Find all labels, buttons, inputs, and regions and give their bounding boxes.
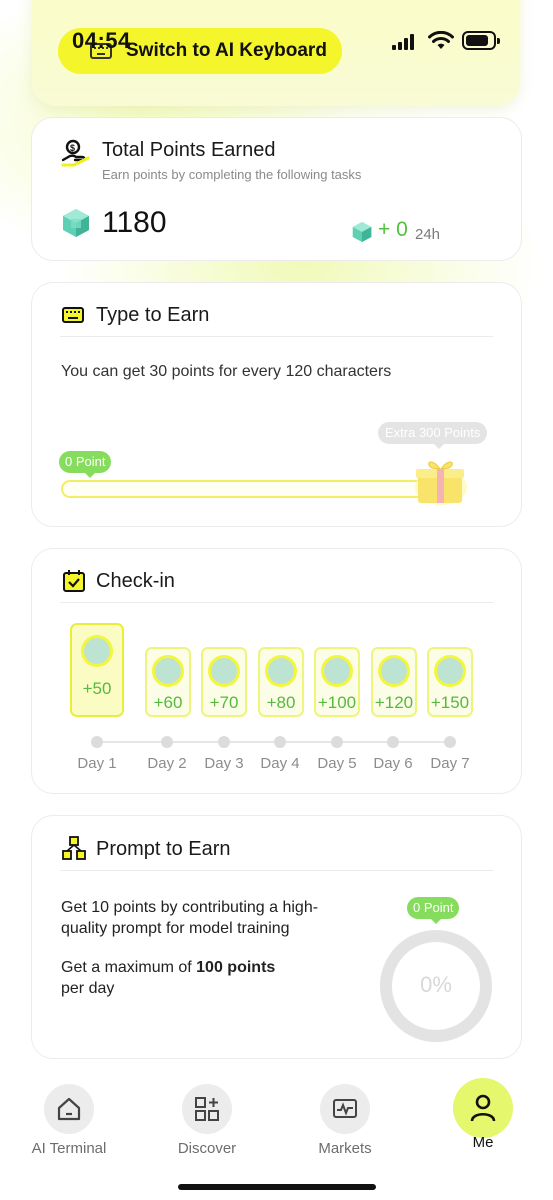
- check-in-reward: +100: [317, 693, 357, 712]
- prompt-to-earn-card: Prompt to Earn Get 10 points by contribu…: [31, 815, 522, 1059]
- check-in-reward: +80: [266, 693, 296, 712]
- wifi-icon: [428, 31, 454, 49]
- timeline-dot: [444, 736, 456, 748]
- person-icon: [470, 1094, 496, 1122]
- day-label: Day 2: [147, 755, 187, 772]
- type-to-earn-title: Type to Earn: [96, 304, 210, 326]
- divider: [60, 602, 493, 603]
- gift-box-icon[interactable]: [410, 451, 468, 507]
- day-label: Day 7: [430, 755, 470, 772]
- timeline-dot: [218, 736, 230, 748]
- nav-label: Markets: [318, 1140, 372, 1157]
- points-delta-period: 24h: [415, 226, 441, 243]
- gem-cube-icon: [63, 209, 89, 237]
- prompt-daily-limit: Get a maximum of 100 points per day: [61, 959, 276, 997]
- check-in-day-3[interactable]: +70: [201, 647, 247, 717]
- nav-ai-terminal[interactable]: AI Terminal: [14, 1084, 124, 1157]
- timeline-dot: [331, 736, 343, 748]
- total-points-card: $ Total Points Earned Earn points by com…: [31, 117, 522, 261]
- check-in-card: Check-in +50 +60 +70 +80 +100 +120 +150 …: [31, 548, 522, 794]
- clock: 04:54: [72, 28, 131, 53]
- divider: [60, 336, 493, 337]
- cellular-signal-icon: [392, 34, 418, 50]
- prompt-progress-percent: 0%: [420, 972, 452, 997]
- nav-label: AI Terminal: [31, 1140, 107, 1157]
- svg-text:$: $: [70, 143, 75, 153]
- nav-markets[interactable]: Markets: [290, 1084, 400, 1157]
- gem-coin-icon: [434, 655, 466, 687]
- prompt-description: Get 10 points by contributing a high-qua…: [61, 899, 319, 937]
- check-in-reward: +70: [209, 693, 239, 712]
- check-in-day-6[interactable]: +120: [371, 647, 417, 717]
- typing-progress-bar: [61, 480, 431, 498]
- current-points-badge: 0 Point: [59, 451, 112, 478]
- day-label: Day 6: [373, 755, 413, 772]
- timeline-dot: [161, 736, 173, 748]
- gem-coin-icon: [208, 655, 240, 687]
- calendar-check-icon: [63, 570, 85, 592]
- prompt-points-badge: 0 Point: [407, 897, 460, 924]
- type-to-earn-description: You can get 30 points for every 120 char…: [61, 363, 392, 380]
- nav-label: Discover: [177, 1140, 237, 1157]
- prompt-to-earn-title: Prompt to Earn: [96, 838, 231, 860]
- day-label: Day 5: [317, 755, 357, 772]
- home-indicator: [178, 1184, 376, 1190]
- day-label: Day 3: [204, 755, 244, 772]
- total-points-value: 1180: [102, 206, 167, 239]
- home-icon: [57, 1097, 81, 1121]
- day-label: Day 1: [77, 755, 117, 772]
- gem-cube-icon: [352, 222, 372, 242]
- coin-hand-icon: $: [61, 139, 90, 167]
- keyboard-icon: [62, 307, 84, 323]
- divider: [60, 870, 493, 871]
- switch-keyboard-label[interactable]: Switch to AI Keyboard: [126, 40, 327, 62]
- status-bar: 04:54 Switch to AI Keyboard: [0, 0, 553, 95]
- check-in-reward: +150: [430, 693, 470, 712]
- check-in-day-1[interactable]: +50: [70, 623, 124, 717]
- gem-coin-icon: [321, 655, 353, 687]
- gem-coin-icon: [265, 655, 297, 687]
- check-in-reward: +50: [82, 679, 112, 698]
- check-in-day-4[interactable]: +80: [258, 647, 304, 717]
- cubes-network-icon: [62, 836, 86, 860]
- check-in-reward: +60: [153, 693, 183, 712]
- total-points-subtitle: Earn points by completing the following …: [102, 167, 362, 182]
- grid-plus-icon: [195, 1097, 219, 1121]
- gem-coin-icon: [152, 655, 184, 687]
- check-in-day-5[interactable]: +100: [314, 647, 360, 717]
- extra-points-badge: Extra 300 Points: [378, 422, 488, 449]
- nav-discover[interactable]: Discover: [152, 1084, 262, 1157]
- chart-pulse-icon: [333, 1099, 357, 1118]
- timeline-dot: [91, 736, 103, 748]
- total-points-title: Total Points Earned: [102, 139, 276, 161]
- check-in-reward: +120: [374, 693, 414, 712]
- gem-coin-icon: [81, 635, 113, 667]
- check-in-day-7[interactable]: +150: [427, 647, 473, 717]
- day-label: Day 4: [260, 755, 300, 772]
- type-to-earn-card: Type to Earn You can get 30 points for e…: [31, 282, 522, 527]
- points-delta: + 0: [378, 218, 408, 241]
- gem-coin-icon: [378, 655, 410, 687]
- battery-icon: [462, 31, 500, 50]
- nav-label: Me: [472, 1134, 494, 1151]
- bottom-navigation: AI Terminal Discover Markets Me: [0, 1070, 553, 1200]
- check-in-title: Check-in: [96, 570, 175, 592]
- timeline-dot: [274, 736, 286, 748]
- prompt-daily-limit-value: 100 points: [196, 959, 276, 976]
- nav-me[interactable]: Me: [428, 1078, 538, 1151]
- check-in-day-2[interactable]: +60: [145, 647, 191, 717]
- timeline-dot: [387, 736, 399, 748]
